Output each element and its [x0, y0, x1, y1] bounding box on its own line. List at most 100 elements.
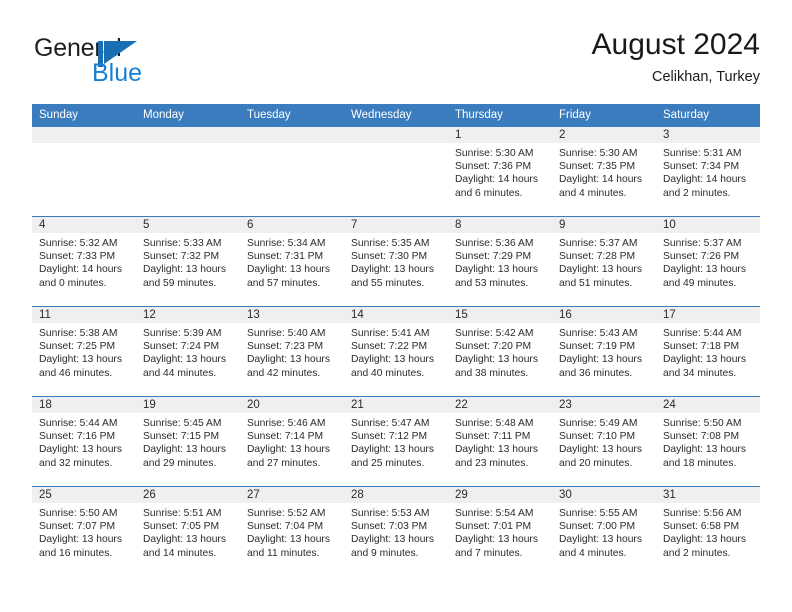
calendar-day-cell[interactable]: 19 Sunrise: 5:45 AM Sunset: 7:15 PM Dayligh… [136, 396, 240, 487]
day-details: Sunrise: 5:55 AM Sunset: 7:00 PM Daylight:… [552, 503, 656, 560]
calendar-day-cell[interactable]: 3 Sunrise: 5:31 AM Sunset: 7:34 PM Daylight… [656, 126, 760, 217]
calendar-day-cell[interactable]: 18 Sunrise: 5:44 AM Sunset: 7:16 PM Dayligh… [32, 396, 136, 487]
brand-name-bottom: Blue [92, 59, 143, 87]
day-cell-inner: 25 Sunrise: 5:50 AM Sunset: 7:07 PM Dayligh… [32, 487, 136, 577]
day-details: Sunrise: 5:43 AM Sunset: 7:19 PM Daylight:… [552, 323, 656, 380]
daylight-text: Daylight: 13 hours and 55 minutes. [351, 264, 434, 289]
day-cell-inner: 19 Sunrise: 5:45 AM Sunset: 7:15 PM Dayligh… [136, 397, 240, 486]
day-cell-inner: 21 Sunrise: 5:47 AM Sunset: 7:12 PM Dayligh… [344, 397, 448, 486]
calendar-day-cell[interactable]: 21 Sunrise: 5:47 AM Sunset: 7:12 PM Dayligh… [344, 396, 448, 487]
daylight-text: Daylight: 13 hours and 59 minutes. [143, 264, 226, 289]
day-cell-inner: 14 Sunrise: 5:41 AM Sunset: 7:22 PM Dayligh… [344, 307, 448, 396]
sunset-text: Sunset: 7:31 PM [247, 251, 324, 263]
calendar-day-cell[interactable]: 8 Sunrise: 5:36 AM Sunset: 7:29 PM Daylight… [448, 216, 552, 307]
calendar-week-row: 25 Sunrise: 5:50 AM Sunset: 7:07 PM Dayligh… [32, 486, 760, 577]
sunrise-text: Sunrise: 5:54 AM [455, 508, 534, 519]
calendar-week-row: 11 Sunrise: 5:38 AM Sunset: 7:25 PM Dayligh… [32, 306, 760, 397]
day-cell-inner: 27 Sunrise: 5:52 AM Sunset: 7:04 PM Dayligh… [240, 487, 344, 577]
day-number: 31 [656, 487, 760, 503]
calendar-day-cell[interactable]: 15 Sunrise: 5:42 AM Sunset: 7:20 PM Dayligh… [448, 306, 552, 397]
sunrise-text: Sunrise: 5:49 AM [559, 418, 638, 429]
sunrise-text: Sunrise: 5:55 AM [559, 508, 638, 519]
day-number: 3 [656, 127, 760, 143]
calendar-day-cell[interactable]: 6 Sunrise: 5:34 AM Sunset: 7:31 PM Daylight… [240, 216, 344, 307]
calendar-day-cell[interactable]: 5 Sunrise: 5:33 AM Sunset: 7:32 PM Daylight… [136, 216, 240, 307]
calendar-page: General Blue August 2024 Celikhan, Turke… [0, 0, 792, 612]
calendar-day-cell[interactable]: 22 Sunrise: 5:48 AM Sunset: 7:11 PM Dayligh… [448, 396, 552, 487]
daylight-text: Daylight: 13 hours and 44 minutes. [143, 354, 226, 379]
sunset-text: Sunset: 7:05 PM [143, 521, 220, 533]
day-details: Sunrise: 5:51 AM Sunset: 7:05 PM Daylight:… [136, 503, 240, 560]
day-details: Sunrise: 5:36 AM Sunset: 7:29 PM Daylight:… [448, 233, 552, 290]
day-cell-inner: 2 Sunrise: 5:30 AM Sunset: 7:35 PM Daylight… [552, 127, 656, 216]
calendar-day-cell[interactable]: 2 Sunrise: 5:30 AM Sunset: 7:35 PM Daylight… [552, 126, 656, 217]
calendar-day-cell[interactable]: 16 Sunrise: 5:43 AM Sunset: 7:19 PM Dayligh… [552, 306, 656, 397]
calendar-day-cell[interactable]: 30 Sunrise: 5:55 AM Sunset: 7:00 PM Dayligh… [552, 486, 656, 577]
day-details: Sunrise: 5:52 AM Sunset: 7:04 PM Daylight:… [240, 503, 344, 560]
day-number: 29 [448, 487, 552, 503]
calendar-day-cell[interactable]: 9 Sunrise: 5:37 AM Sunset: 7:28 PM Daylight… [552, 216, 656, 307]
day-details: Sunrise: 5:50 AM Sunset: 7:07 PM Daylight:… [32, 503, 136, 560]
day-number [32, 127, 136, 143]
day-cell-inner: 8 Sunrise: 5:36 AM Sunset: 7:29 PM Daylight… [448, 217, 552, 306]
weekday-header-row: Sunday Monday Tuesday Wednesday Thursday… [32, 104, 760, 127]
weekday-header-wednesday: Wednesday [344, 104, 448, 127]
calendar-day-cell[interactable]: 7 Sunrise: 5:35 AM Sunset: 7:30 PM Daylight… [344, 216, 448, 307]
brand-logo[interactable]: General Blue [32, 34, 212, 96]
sunset-text: Sunset: 7:04 PM [247, 521, 324, 533]
sunrise-text: Sunrise: 5:30 AM [455, 148, 534, 159]
calendar-day-cell[interactable]: 26 Sunrise: 5:51 AM Sunset: 7:05 PM Dayligh… [136, 486, 240, 577]
daylight-text: Daylight: 13 hours and 42 minutes. [247, 354, 330, 379]
sunset-text: Sunset: 7:33 PM [39, 251, 116, 263]
sunrise-text: Sunrise: 5:31 AM [663, 148, 742, 159]
calendar-day-cell[interactable]: 20 Sunrise: 5:46 AM Sunset: 7:14 PM Dayligh… [240, 396, 344, 487]
daylight-text: Daylight: 13 hours and 4 minutes. [559, 534, 642, 559]
calendar-day-cell[interactable]: 23 Sunrise: 5:49 AM Sunset: 7:10 PM Dayligh… [552, 396, 656, 487]
calendar-day-cell[interactable]: 1 Sunrise: 5:30 AM Sunset: 7:36 PM Daylight… [448, 126, 552, 217]
page-subtitle: Celikhan, Turkey [652, 68, 760, 85]
sunset-text: Sunset: 7:08 PM [663, 431, 740, 443]
sunset-text: Sunset: 7:30 PM [351, 251, 428, 263]
weekday-header-sunday: Sunday [32, 104, 136, 127]
day-details: Sunrise: 5:45 AM Sunset: 7:15 PM Daylight:… [136, 413, 240, 470]
sunset-text: Sunset: 7:01 PM [455, 521, 532, 533]
day-details: Sunrise: 5:54 AM Sunset: 7:01 PM Daylight:… [448, 503, 552, 560]
calendar-day-cell[interactable]: 31 Sunrise: 5:56 AM Sunset: 6:58 PM Dayligh… [656, 486, 760, 577]
daylight-text: Daylight: 13 hours and 20 minutes. [559, 444, 642, 469]
daylight-text: Daylight: 13 hours and 16 minutes. [39, 534, 122, 559]
daylight-text: Daylight: 13 hours and 49 minutes. [663, 264, 746, 289]
sunrise-text: Sunrise: 5:32 AM [39, 238, 118, 249]
day-number: 12 [136, 307, 240, 323]
calendar-day-cell[interactable]: 27 Sunrise: 5:52 AM Sunset: 7:04 PM Dayligh… [240, 486, 344, 577]
sunrise-text: Sunrise: 5:47 AM [351, 418, 430, 429]
day-cell-inner: 4 Sunrise: 5:32 AM Sunset: 7:33 PM Daylight… [32, 217, 136, 306]
daylight-text: Daylight: 13 hours and 36 minutes. [559, 354, 642, 379]
calendar-day-cell[interactable]: 12 Sunrise: 5:39 AM Sunset: 7:24 PM Dayligh… [136, 306, 240, 397]
sunset-text: Sunset: 7:25 PM [39, 341, 116, 353]
calendar-day-cell[interactable]: 28 Sunrise: 5:53 AM Sunset: 7:03 PM Dayligh… [344, 486, 448, 577]
sunset-text: Sunset: 7:12 PM [351, 431, 428, 443]
sunrise-text: Sunrise: 5:46 AM [247, 418, 326, 429]
calendar-day-cell[interactable]: 24 Sunrise: 5:50 AM Sunset: 7:08 PM Dayligh… [656, 396, 760, 487]
daylight-text: Daylight: 13 hours and 25 minutes. [351, 444, 434, 469]
day-number: 14 [344, 307, 448, 323]
calendar-day-cell[interactable]: 4 Sunrise: 5:32 AM Sunset: 7:33 PM Daylight… [32, 216, 136, 307]
daylight-text: Daylight: 14 hours and 2 minutes. [663, 174, 746, 199]
sunrise-text: Sunrise: 5:33 AM [143, 238, 222, 249]
calendar-day-cell[interactable]: 14 Sunrise: 5:41 AM Sunset: 7:22 PM Dayligh… [344, 306, 448, 397]
sunrise-text: Sunrise: 5:42 AM [455, 328, 534, 339]
calendar-day-cell[interactable]: 17 Sunrise: 5:44 AM Sunset: 7:18 PM Dayligh… [656, 306, 760, 397]
calendar-day-cell[interactable]: 11 Sunrise: 5:38 AM Sunset: 7:25 PM Dayligh… [32, 306, 136, 397]
day-cell-inner [344, 127, 448, 216]
calendar-day-cell[interactable]: 29 Sunrise: 5:54 AM Sunset: 7:01 PM Dayligh… [448, 486, 552, 577]
day-details: Sunrise: 5:49 AM Sunset: 7:10 PM Daylight:… [552, 413, 656, 470]
day-number: 6 [240, 217, 344, 233]
day-cell-inner: 11 Sunrise: 5:38 AM Sunset: 7:25 PM Dayligh… [32, 307, 136, 396]
calendar-day-cell[interactable]: 13 Sunrise: 5:40 AM Sunset: 7:23 PM Dayligh… [240, 306, 344, 397]
title-block: August 2024 Celikhan, Turkey [592, 28, 760, 85]
calendar-day-cell[interactable]: 10 Sunrise: 5:37 AM Sunset: 7:26 PM Dayligh… [656, 216, 760, 307]
calendar-day-cell[interactable]: 25 Sunrise: 5:50 AM Sunset: 7:07 PM Dayligh… [32, 486, 136, 577]
sunset-text: Sunset: 7:07 PM [39, 521, 116, 533]
daylight-text: Daylight: 13 hours and 53 minutes. [455, 264, 538, 289]
day-number: 23 [552, 397, 656, 413]
